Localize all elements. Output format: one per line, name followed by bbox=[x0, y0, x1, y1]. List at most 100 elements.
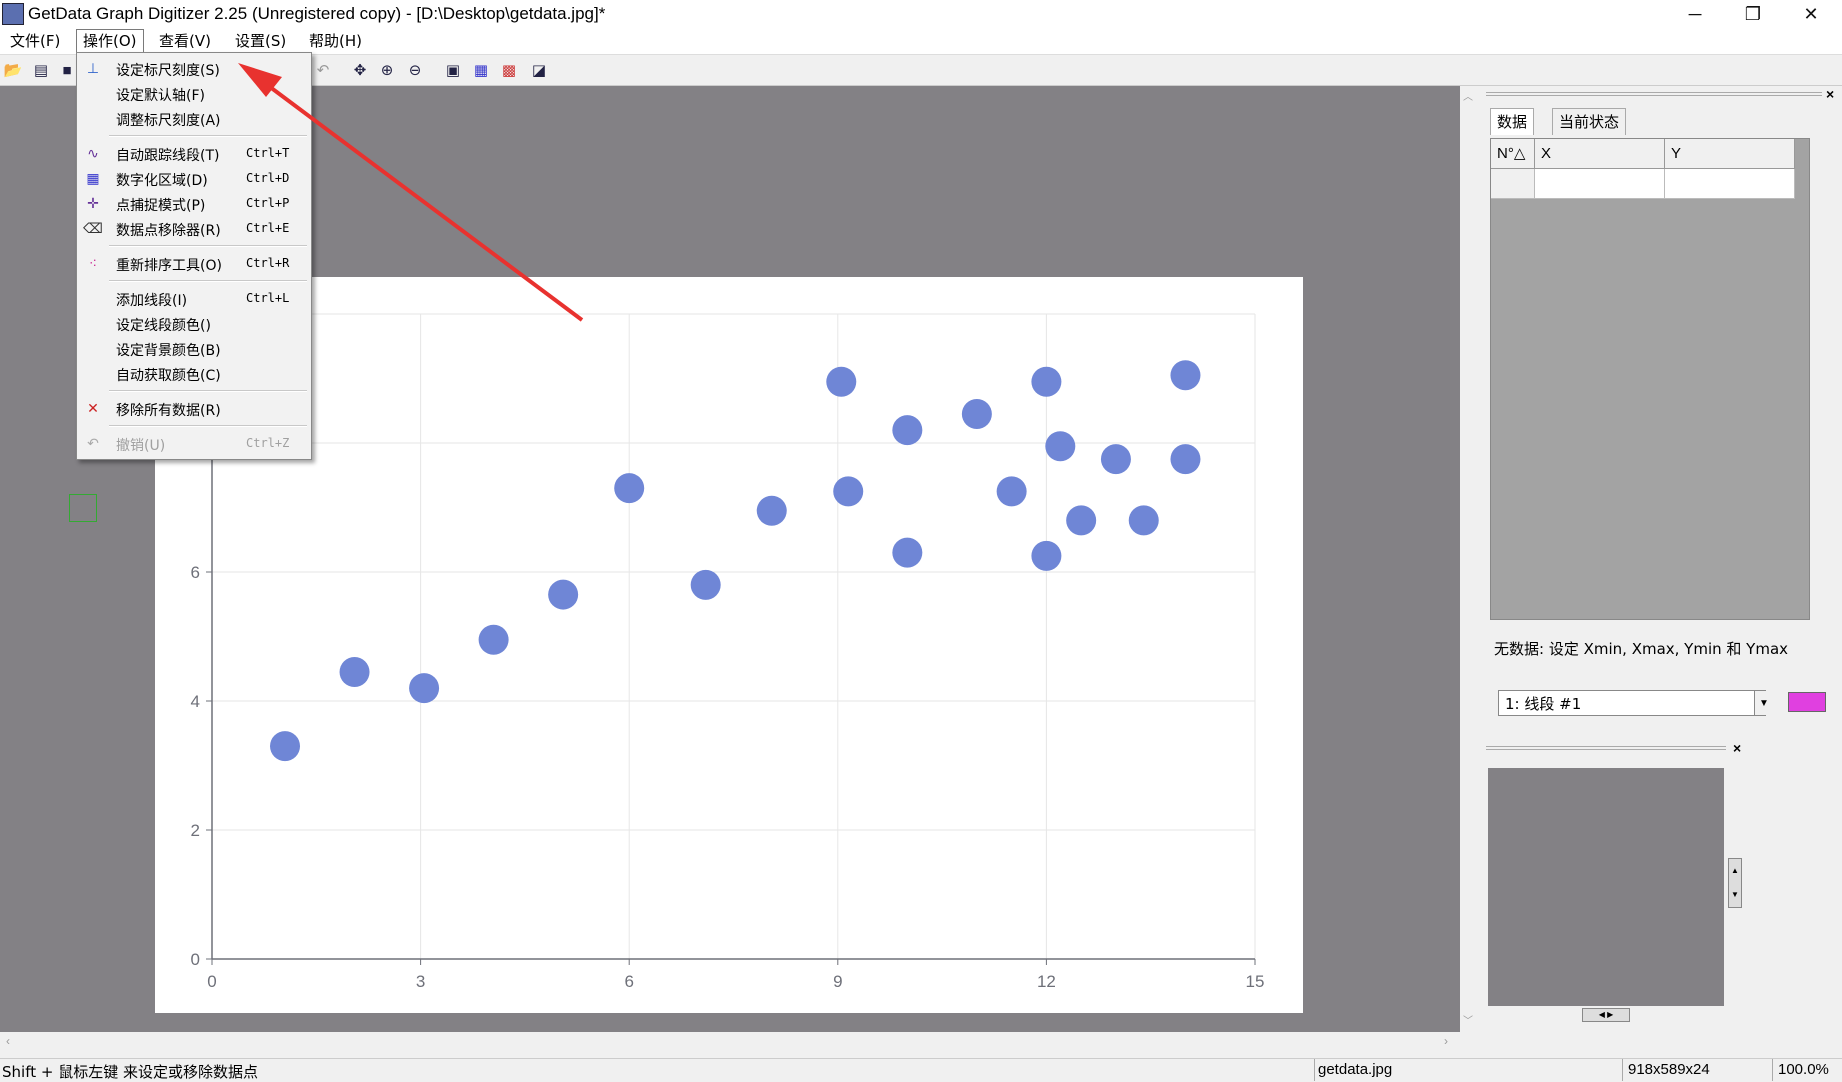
axes-toolbar-icon[interactable]: ◪ bbox=[528, 59, 550, 81]
menu-item-digitize-area[interactable]: ▦ 数字化区域(D) Ctrl+D bbox=[77, 167, 311, 191]
scroll-down-icon[interactable]: ﹀ bbox=[1463, 1012, 1473, 1027]
data-point bbox=[1128, 505, 1159, 536]
trace-icon: ∿ bbox=[87, 146, 99, 162]
menu-separator bbox=[109, 245, 307, 247]
point-capture-icon: ✛ bbox=[87, 196, 99, 212]
menu-item-reorder-tool[interactable]: ⁖ 重新排序工具(O) Ctrl+R bbox=[77, 252, 311, 276]
x-tick-label: 15 bbox=[1246, 972, 1265, 991]
cursor-marker bbox=[69, 494, 97, 522]
status-bar: Shift + 鼠标左键 来设定或移除数据点 getdata.jpg 918x5… bbox=[0, 1058, 1842, 1081]
points-toolbar-icon[interactable]: ▩ bbox=[498, 59, 520, 81]
tab-current-status[interactable]: 当前状态 bbox=[1552, 108, 1627, 135]
data-point bbox=[1170, 444, 1201, 475]
save-icon[interactable]: ■ bbox=[56, 59, 78, 81]
panel-grip[interactable] bbox=[1486, 92, 1822, 96]
x-tick-label: 0 bbox=[207, 972, 216, 991]
status-hint: Shift + 鼠标左键 来设定或移除数据点 bbox=[2, 1063, 258, 1081]
data-point bbox=[961, 398, 992, 429]
panel-grip[interactable] bbox=[1486, 746, 1726, 750]
data-point bbox=[339, 656, 370, 687]
table-cell[interactable] bbox=[1491, 169, 1535, 199]
image-icon[interactable]: ▣ bbox=[442, 59, 464, 81]
scroll-up-icon[interactable]: ︿ bbox=[1463, 88, 1473, 103]
data-point bbox=[756, 495, 787, 526]
menu-item-adjust-scale[interactable]: 调整标尺刻度(A) bbox=[77, 107, 311, 131]
minimize-button[interactable]: ─ bbox=[1666, 0, 1724, 28]
status-divider bbox=[1314, 1059, 1315, 1081]
menu-separator bbox=[109, 135, 307, 137]
close-button[interactable]: ✕ bbox=[1782, 0, 1840, 28]
restore-button[interactable]: ❐ bbox=[1724, 0, 1782, 28]
x-tick-label: 12 bbox=[1037, 972, 1056, 991]
zoom-in-icon[interactable]: ⊕ bbox=[376, 59, 398, 81]
menu-bar: 文件(F) 操作(O) 查看(V) 设置(S) 帮助(H) bbox=[0, 28, 1842, 55]
undo-icon: ↶ bbox=[87, 436, 99, 452]
table-cell[interactable] bbox=[1665, 169, 1795, 199]
data-point bbox=[270, 731, 301, 762]
status-zoom: 100.0% bbox=[1778, 1061, 1829, 1078]
panel-close-icon[interactable]: × bbox=[1826, 86, 1834, 102]
data-point bbox=[826, 366, 857, 397]
vertical-scrollbar[interactable]: ︿ ﹀ bbox=[1460, 86, 1478, 1032]
eraser-icon: ⌫ bbox=[83, 221, 103, 237]
menu-operation[interactable]: 操作(O) bbox=[76, 29, 144, 53]
preview-vscroll[interactable]: ▲ ▼ bbox=[1728, 858, 1742, 908]
menu-item-line-color[interactable]: 设定线段颜色() bbox=[77, 312, 311, 336]
grid-icon: ▦ bbox=[86, 171, 100, 187]
menu-item-background-color[interactable]: 设定背景颜色(B) bbox=[77, 337, 311, 361]
app-icon bbox=[2, 3, 24, 25]
undo-toolbar-icon[interactable]: ↶ bbox=[312, 59, 334, 81]
menu-item-point-capture[interactable]: ✛ 点捕捉模式(P) Ctrl+P bbox=[77, 192, 311, 216]
open-icon[interactable]: 📂 bbox=[2, 59, 24, 81]
menu-view[interactable]: 查看(V) bbox=[153, 30, 217, 52]
menu-separator bbox=[109, 425, 307, 427]
menu-settings[interactable]: 设置(S) bbox=[229, 30, 292, 52]
y-tick-label: 6 bbox=[191, 563, 200, 582]
preview-hscroll[interactable]: ◀ ▶ bbox=[1582, 1008, 1630, 1022]
menu-item-set-scale[interactable]: ⊥ 设定标尺刻度(S) bbox=[77, 57, 311, 81]
y-tick-label: 4 bbox=[191, 692, 200, 711]
menu-file[interactable]: 文件(F) bbox=[4, 30, 66, 52]
data-point bbox=[409, 673, 440, 704]
horizontal-scrollbar[interactable]: ‹ › bbox=[0, 1032, 1478, 1054]
data-panel: × 数据 当前状态 N°△ X Y 无数据: 设定 Xmin, Xmax, Ym… bbox=[1480, 86, 1842, 736]
scan-icon[interactable]: ▤ bbox=[30, 59, 52, 81]
grid-toolbar-icon[interactable]: ▦ bbox=[470, 59, 492, 81]
scroll-right-icon[interactable]: › bbox=[1444, 1034, 1448, 1048]
menu-item-default-axis[interactable]: 设定默认轴(F) bbox=[77, 82, 311, 106]
menu-help[interactable]: 帮助(H) bbox=[303, 30, 368, 52]
scatter-chart: 0 3 6 9 12 15 0 2 4 6 bbox=[191, 313, 1265, 991]
loaded-graph-image[interactable]: 0 3 6 9 12 15 0 2 4 6 bbox=[155, 277, 1303, 1013]
preview-close-icon[interactable]: × bbox=[1733, 740, 1741, 756]
x-tick-label: 9 bbox=[833, 972, 842, 991]
zoom-out-icon[interactable]: ⊖ bbox=[404, 59, 426, 81]
chevron-down-icon[interactable]: ▼ bbox=[1754, 691, 1773, 715]
data-point bbox=[1066, 505, 1097, 536]
data-point bbox=[1100, 444, 1131, 475]
data-table[interactable]: N°△ X Y bbox=[1490, 138, 1810, 620]
table-cell[interactable] bbox=[1535, 169, 1665, 199]
menu-item-add-line[interactable]: 添加线段(I) Ctrl+L bbox=[77, 287, 311, 311]
y-tick-label: 0 bbox=[191, 950, 200, 969]
menu-item-undo[interactable]: ↶ 撤销(U) Ctrl+Z bbox=[77, 432, 311, 456]
column-header-n[interactable]: N°△ bbox=[1491, 139, 1535, 169]
data-point bbox=[690, 569, 721, 600]
menu-item-auto-color[interactable]: 自动获取颜色(C) bbox=[77, 362, 311, 386]
reorder-icon: ⁖ bbox=[88, 256, 98, 272]
segment-select[interactable]: 1: 线段 #1 bbox=[1498, 690, 1766, 716]
remove-all-icon: ✕ bbox=[87, 401, 99, 417]
tab-data[interactable]: 数据 bbox=[1490, 108, 1535, 135]
data-point bbox=[1031, 540, 1062, 571]
menu-item-remove-all[interactable]: ✕ 移除所有数据(R) bbox=[77, 397, 311, 421]
data-point bbox=[833, 476, 864, 507]
menu-item-auto-trace[interactable]: ∿ 自动跟踪线段(T) Ctrl+T bbox=[77, 142, 311, 166]
segment-color-swatch[interactable] bbox=[1788, 692, 1826, 712]
column-header-x[interactable]: X bbox=[1535, 139, 1665, 169]
status-image-size: 918x589x24 bbox=[1628, 1061, 1710, 1078]
data-point bbox=[892, 537, 923, 568]
scroll-left-icon[interactable]: ‹ bbox=[6, 1034, 10, 1048]
pan-icon[interactable]: ✥ bbox=[349, 59, 371, 81]
menu-item-point-eraser[interactable]: ⌫ 数据点移除器(R) Ctrl+E bbox=[77, 217, 311, 241]
column-header-y[interactable]: Y bbox=[1665, 139, 1795, 169]
preview-panel: × ▲ ▼ ◀ ▶ bbox=[1480, 740, 1750, 1045]
